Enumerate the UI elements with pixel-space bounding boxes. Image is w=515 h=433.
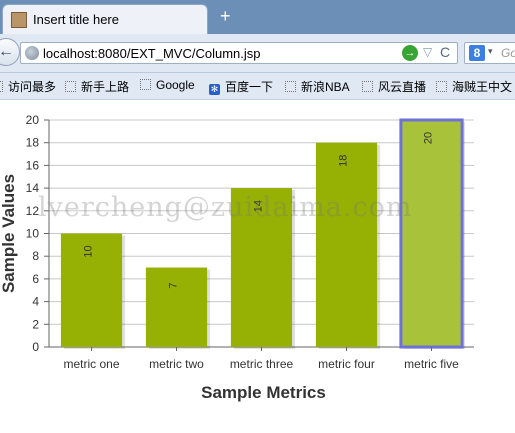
address-bar[interactable]: localhost:8080/EXT_MVC/Column.jsp → ▽ C: [20, 42, 458, 64]
bar-data-label: 18: [338, 155, 350, 167]
bookmark-star-icon[interactable]: ▽: [423, 45, 432, 59]
bar-data-label: 20: [423, 132, 435, 144]
globe-icon: [25, 46, 39, 60]
bookmark-item[interactable]: ✻ 百度一下: [209, 78, 273, 95]
bookmark-label: 百度一下: [225, 80, 274, 94]
y-tick-label: 20: [26, 113, 40, 127]
bar: [399, 118, 464, 349]
y-tick-label: 10: [26, 227, 40, 241]
y-tick-label: 4: [32, 295, 39, 309]
bookmark-item[interactable]: 海贼王中文: [436, 78, 512, 95]
y-tick-label: 18: [26, 136, 40, 150]
bar: [145, 267, 208, 347]
bar-data-label: 10: [83, 245, 95, 257]
back-arrow-icon[interactable]: ←: [0, 38, 20, 66]
x-tick-label: metric two: [149, 357, 204, 371]
x-tick-label: metric one: [63, 357, 119, 371]
search-engine-icon[interactable]: 8: [469, 45, 485, 61]
bookmark-label: Google: [156, 78, 195, 92]
bookmark-label: 新手上路: [81, 80, 130, 94]
y-tick-label: 16: [26, 158, 40, 172]
x-tick-label: metric three: [230, 357, 294, 371]
navigation-toolbar: ← localhost:8080/EXT_MVC/Column.jsp → ▽ …: [0, 34, 515, 73]
page-favicon-icon: [11, 12, 27, 28]
reload-icon[interactable]: C: [440, 44, 450, 60]
tab-active[interactable]: Insert title here: [2, 4, 208, 34]
dotted-page-icon: [65, 81, 76, 92]
bookmark-item[interactable]: 新手上路: [65, 78, 129, 95]
url-input[interactable]: localhost:8080/EXT_MVC/Column.jsp: [43, 46, 261, 61]
bookmark-label: 风云直播: [378, 80, 427, 94]
y-tick-label: 8: [32, 249, 39, 263]
y-tick-label: 12: [26, 204, 40, 218]
bookmark-item[interactable]: Google: [140, 78, 195, 92]
bookmark-label: 访问最多: [8, 80, 57, 94]
bar-data-label: 14: [253, 200, 265, 212]
bookmark-label: 新浪NBA: [301, 80, 350, 94]
page-content: 0 2 4 6 8 10 12 14 16 18 20 10 metric one 7 metric two…: [0, 100, 515, 433]
dotted-page-icon: [0, 81, 3, 92]
y-tick-label: 6: [32, 272, 39, 286]
tab-strip: Insert title here +: [0, 0, 515, 34]
dotted-page-icon: [436, 81, 447, 92]
go-arrow-icon[interactable]: →: [402, 45, 418, 61]
dotted-page-icon: [362, 81, 373, 92]
bookmark-item[interactable]: 新浪NBA: [285, 78, 350, 95]
y-axis-title: Sample Values: [0, 174, 18, 293]
dotted-page-icon: [285, 81, 296, 92]
search-box[interactable]: 8 ▾ Go: [464, 42, 515, 64]
bookmark-label: 海贼王中文: [452, 80, 513, 94]
bar: [315, 142, 378, 347]
bar-data-label: 7: [168, 282, 180, 288]
bookmark-item[interactable]: 访问最多: [0, 78, 56, 95]
bookmarks-toolbar: 访问最多 新手上路 Google ✻ 百度一下 新浪NBA 风云直播 海贼王中文: [0, 73, 515, 100]
paw-icon: ✻: [209, 84, 220, 95]
bookmark-item[interactable]: 风云直播: [362, 78, 426, 95]
chevron-down-icon[interactable]: ▾: [488, 46, 493, 57]
column-chart: 0 2 4 6 8 10 12 14 16 18 20 10 metric one 7 metric two…: [0, 113, 474, 402]
tab-title: Insert title here: [33, 12, 119, 27]
y-tick-label: 0: [32, 340, 39, 354]
x-axis-title: Sample Metrics: [201, 383, 326, 402]
y-tick-label: 14: [26, 181, 40, 195]
x-tick-label: metric four: [318, 357, 375, 371]
dotted-page-icon: [140, 79, 151, 90]
x-tick-label: metric five: [404, 357, 459, 371]
y-tick-label: 2: [32, 317, 39, 331]
search-input[interactable]: Go: [501, 46, 515, 60]
new-tab-icon[interactable]: +: [220, 6, 231, 26]
